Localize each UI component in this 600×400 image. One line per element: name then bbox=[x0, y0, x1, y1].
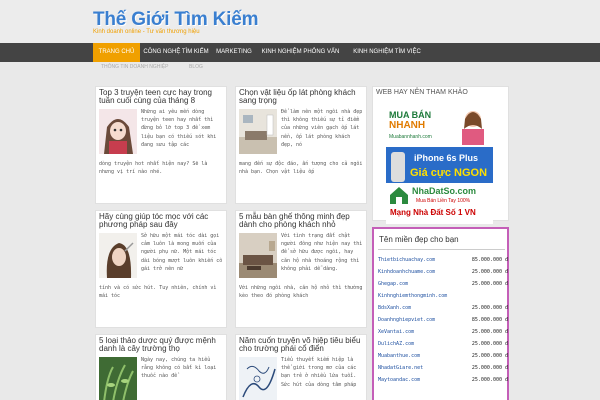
domain-price: 25.000.000 đ bbox=[471, 269, 508, 275]
domain-link[interactable]: Ghegap.com bbox=[378, 279, 408, 289]
post-card: Top 3 truyện teen cực hay trong tuần cuố… bbox=[95, 86, 227, 204]
phone-icon bbox=[391, 152, 405, 182]
domain-link[interactable]: XeVantai.com bbox=[378, 327, 414, 337]
domain-row: Muabanthue.com 25.000.000 đ bbox=[378, 351, 508, 363]
ink-drawing-thumb[interactable] bbox=[239, 357, 277, 400]
recommended-sites-widget: WEB HAY NÊN THAM KHẢO MUA BÁN NHANH Muab… bbox=[372, 86, 509, 224]
domain-row: Kinhdoanhchuame.com 25.000.000 đ bbox=[378, 267, 508, 279]
nav-business-info[interactable]: THÔNG TIN DOANH NGHIỆP bbox=[101, 64, 168, 70]
domain-price: 85.000.000 đ bbox=[471, 317, 508, 323]
domain-row: DulichAZ.com 25.000.000 đ bbox=[378, 339, 508, 351]
post-excerpt: Với tình trạng đất chật người đông như h… bbox=[281, 233, 363, 272]
domain-link[interactable]: NhadatGiare.net bbox=[378, 363, 423, 373]
post-title[interactable]: Top 3 truyện teen cực hay trong tuần cuố… bbox=[99, 89, 224, 105]
post-card: 5 mẫu bàn ghế thông minh đẹp dành cho ph… bbox=[235, 210, 367, 328]
post-title[interactable]: 5 mẫu bàn ghế thông minh đẹp dành cho ph… bbox=[239, 213, 364, 229]
domain-price: 25.000.000 đ bbox=[471, 329, 508, 335]
ad-nhadatso[interactable]: NhaDatSo.com Mua Bán Liền Tay 100% Mạng … bbox=[386, 183, 493, 224]
widget-title: Tên miền đẹp cho bạn bbox=[379, 235, 459, 244]
sub-nav: THÔNG TIN DOANH NGHIỆP BLOG bbox=[93, 62, 513, 73]
post-excerpt: Tiểu thuyết kiếm hiệp là thể giới trong … bbox=[281, 357, 357, 388]
widget-title: WEB HAY NÊN THAM KHẢO bbox=[376, 89, 468, 96]
ad-sub: Mua Bán Liền Tay 100% bbox=[416, 198, 471, 204]
site-header: Thế Giới Tìm Kiếm Kinh doanh online - Tư… bbox=[0, 0, 600, 43]
domain-row: Thietbichuachay.com 85.000.000 đ bbox=[378, 255, 508, 267]
post-card: Hãy cùng giúp tóc mọc với các phương phá… bbox=[95, 210, 227, 328]
post-title[interactable]: 5 loại thảo dược quý được mệnh danh là c… bbox=[99, 337, 224, 353]
site-title[interactable]: Thế Giới Tìm Kiếm bbox=[93, 9, 259, 31]
ad-line2: Giá cực NGON bbox=[410, 167, 488, 179]
ad-model-photo bbox=[462, 111, 484, 145]
nav-blog[interactable]: BLOG bbox=[189, 64, 203, 70]
ad-muabannhanh[interactable]: MUA BÁN NHANH Muabannhanh.com bbox=[386, 105, 493, 146]
post-card: Chọn vật liệu ốp lát phòng khách sang tr… bbox=[235, 86, 367, 204]
domain-row: NhadatGiare.net 25.000.000 đ bbox=[378, 363, 508, 375]
ad-line2: NHANH bbox=[389, 120, 426, 131]
post-excerpt: Sở hữu một mái tóc dài gọi cảm luôn là m… bbox=[141, 233, 223, 272]
domain-row: XeVantai.com 25.000.000 đ bbox=[378, 327, 508, 339]
domain-link[interactable]: Maytoandac.com bbox=[378, 375, 420, 385]
post-title[interactable]: Năm cuốn truyện võ hiệp tiêu biểu cho tr… bbox=[239, 337, 364, 353]
ad-line1: iPhone 6s Plus bbox=[414, 153, 479, 163]
anime-girl-thumb[interactable] bbox=[99, 109, 137, 154]
nav-interview[interactable]: KINH NGHIỆM PHỎNG VẤN bbox=[256, 43, 345, 62]
domain-price: 25.000.000 đ bbox=[471, 377, 508, 383]
post-card: Năm cuốn truyện võ hiệp tiêu biểu cho tr… bbox=[235, 334, 367, 400]
post-excerpt-more: dòng truyện hot nhất hiện nay? Sẽ là như… bbox=[99, 161, 208, 176]
domain-link[interactable]: Thietbichuachay.com bbox=[378, 255, 435, 265]
post-title[interactable]: Chọn vật liệu ốp lát phòng khách sang tr… bbox=[239, 89, 364, 105]
ad-sub: Muabannhanh.com bbox=[389, 134, 432, 140]
domain-price: 25.000.000 đ bbox=[471, 281, 508, 287]
domain-row: Maytoandac.com 25.000.000 đ bbox=[378, 375, 508, 387]
nav-home[interactable]: TRANG CHỦ bbox=[93, 43, 140, 62]
domain-price: 25.000.000 đ bbox=[471, 305, 508, 311]
herb-thumb[interactable] bbox=[99, 357, 137, 400]
domain-price: 25.000.000 đ bbox=[471, 341, 508, 347]
nav-search-tech[interactable]: CÔNG NGHỆ TÌM KIẾM bbox=[140, 43, 212, 62]
post-excerpt-more: mang đến sự độc đáo, ấn tượng cho cả ngô… bbox=[239, 161, 363, 176]
domain-row: Kinhnghiemthongminh.com bbox=[378, 291, 508, 303]
house-icon bbox=[390, 187, 408, 204]
domain-link[interactable]: DulichAZ.com bbox=[378, 339, 414, 349]
sofa-thumb[interactable] bbox=[239, 233, 277, 278]
divider bbox=[378, 249, 505, 250]
domains-widget: Tên miền đẹp cho bạn Thietbichuachay.com… bbox=[372, 227, 509, 400]
domain-price: 25.000.000 đ bbox=[471, 353, 508, 359]
post-excerpt: Để làm nên một ngôi nhà đẹp thì không th… bbox=[281, 109, 363, 148]
post-excerpt-more: tính và có sức hút. Tuy nhiên, chính vì … bbox=[99, 285, 217, 300]
domain-row: Ghegap.com 25.000.000 đ bbox=[378, 279, 508, 291]
domain-row: Doanhnghiepviet.com 85.000.000 đ bbox=[378, 315, 508, 327]
post-excerpt-more: Với những ngôi nhà, căn hộ nhỏ thì thườn… bbox=[239, 285, 363, 300]
domain-link[interactable]: Doanhnghiepviet.com bbox=[378, 315, 435, 325]
domain-link[interactable]: Kinhnghiemthongminh.com bbox=[378, 291, 447, 301]
nav-job-search[interactable]: KINH NGHIỆM TÌM VIỆC bbox=[345, 43, 429, 62]
post-excerpt: Những ai yêu mến dòng truyện teen hay nh… bbox=[141, 109, 217, 148]
domain-price: 85.000.000 đ bbox=[471, 257, 508, 263]
ad-line2: Mạng Nhà Đất Số 1 VN bbox=[390, 208, 476, 217]
nav-marketing[interactable]: MARKETING bbox=[212, 43, 256, 62]
ad-line1: MUA BÁN bbox=[389, 110, 432, 120]
post-excerpt: Ngày nay, chúng ta hiểu rằng không có bấ… bbox=[141, 357, 217, 380]
domain-link[interactable]: Kinhdoanhchuame.com bbox=[378, 267, 435, 277]
domain-price: 25.000.000 đ bbox=[471, 365, 508, 371]
ad-iphone[interactable]: iPhone 6s Plus Giá cực NGON bbox=[386, 147, 493, 188]
domain-row: BdsXanh.com 25.000.000 đ bbox=[378, 303, 508, 315]
post-title[interactable]: Hãy cùng giúp tóc mọc với các phương phá… bbox=[99, 213, 224, 229]
main-nav: TRANG CHỦ CÔNG NGHỆ TÌM KIẾM MARKETING K… bbox=[0, 43, 600, 62]
ad-line1: NhaDatSo.com bbox=[412, 186, 477, 196]
living-room-thumb[interactable] bbox=[239, 109, 277, 154]
hair-care-thumb[interactable] bbox=[99, 233, 137, 278]
domain-link[interactable]: BdsXanh.com bbox=[378, 303, 411, 313]
domain-link[interactable]: Muabanthue.com bbox=[378, 351, 420, 361]
site-tagline: Kinh doanh online - Tư vấn thương hiệu bbox=[93, 29, 200, 35]
post-card: 5 loại thảo dược quý được mệnh danh là c… bbox=[95, 334, 227, 400]
